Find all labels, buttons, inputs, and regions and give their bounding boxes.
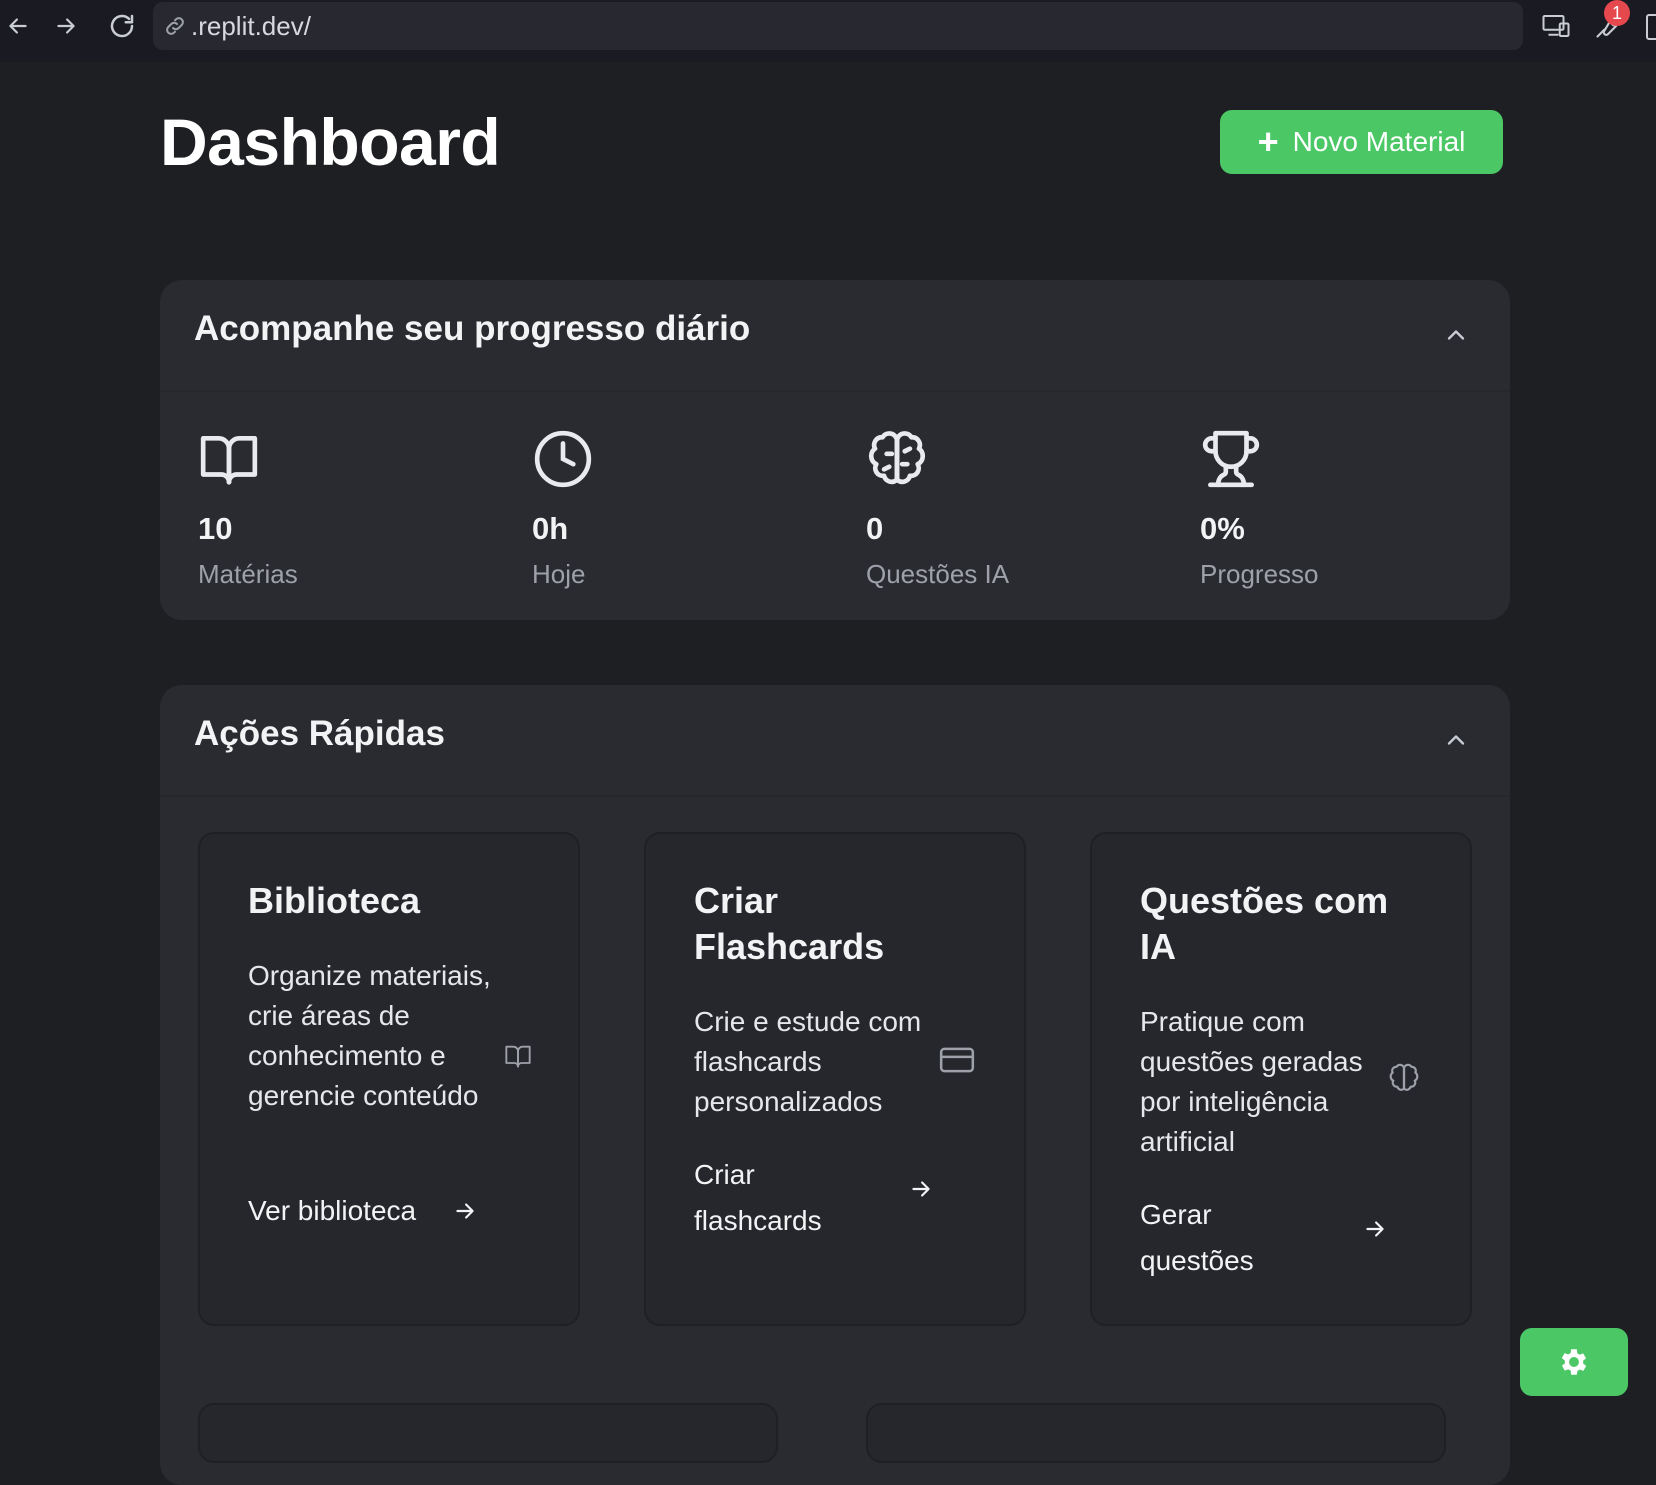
action-title: Biblioteca [248,880,421,921]
reload-icon [110,14,134,38]
chevron-up-icon[interactable] [1442,321,1470,349]
plus-icon: + [1257,121,1279,162]
back-button[interactable] [0,8,36,44]
reload-button[interactable] [104,8,140,44]
create-flashcards-link[interactable]: Criar flashcards [694,1152,854,1244]
stat-label: Matérias [198,559,298,589]
stats-row: 10 Matérias 0h Hoje 0 Questões IA 0% Pro… [160,392,1510,618]
credit-card-icon [939,1047,975,1073]
chevron-up-icon[interactable] [1442,726,1470,754]
action-description: Organize materiais, crie áreas de conhec… [248,960,491,1111]
trophy-icon [1202,430,1260,488]
secondary-card [866,1403,1446,1463]
book-open-icon [200,436,258,485]
progress-card: Acompanhe seu progresso diário 10 Matéri… [160,280,1510,620]
secondary-card [198,1403,778,1463]
stat-value: 0% [1200,511,1245,546]
stat-label: Hoje [532,559,586,589]
arrow-right-icon[interactable] [1362,1216,1388,1242]
quick-actions-title: Ações Rápidas [194,714,445,753]
url-text: .replit.dev/ [191,10,311,41]
stat-ai-questions: 0 Questões IA [866,428,1166,590]
new-material-button[interactable]: + Novo Material [1220,110,1503,174]
progress-card-header[interactable]: Acompanhe seu progresso diário [160,280,1510,392]
view-library-link[interactable]: Ver biblioteca [248,1188,416,1234]
address-bar[interactable]: .replit.dev/ [153,2,1523,50]
sidebar-toggle-icon[interactable] [1646,14,1656,40]
stat-today: 0h Hoje [532,428,832,590]
ai-questions-card[interactable]: Questões com IA Pratique com questões ge… [1090,832,1472,1326]
arrow-left-icon [9,18,27,34]
new-material-label: Novo Material [1292,126,1466,157]
arrow-right-icon[interactable] [908,1176,934,1202]
devices-button[interactable] [1538,8,1574,44]
action-description: Pratique com questões geradas por inteli… [1140,1006,1363,1157]
stat-label: Questões IA [866,559,1010,589]
brain-icon [868,431,926,485]
stat-progress: 0% Progresso [1200,428,1500,590]
arrow-right-icon[interactable] [452,1198,478,1224]
action-title: Questões com IA [1140,880,1389,967]
stat-value: 10 [198,511,233,546]
link-icon [166,17,184,35]
clock-icon [534,430,592,488]
flashcards-card[interactable]: Criar Flashcards Crie e estude com flash… [644,832,1026,1326]
book-open-icon [505,1045,531,1068]
gear-icon [1561,1349,1587,1375]
quick-actions-header[interactable]: Ações Rápidas [160,685,1510,797]
generate-questions-link[interactable]: Gerar questões [1140,1192,1300,1284]
brain-icon [1389,1063,1419,1091]
action-title: Criar Flashcards [694,880,885,967]
stat-value: 0 [866,511,884,546]
library-card[interactable]: Biblioteca Organize materiais, crie área… [198,832,580,1326]
browser-toolbar: .replit.dev/ 1 [0,0,1656,62]
page-title: Dashboard [160,105,501,179]
action-description: Crie e estude com flashcards personaliza… [694,1006,922,1117]
progress-title: Acompanhe seu progresso diário [194,309,751,348]
devices-icon [1542,15,1570,37]
stat-subjects: 10 Matérias [198,428,498,590]
forward-button[interactable] [48,8,84,44]
notification-badge: 1 [1604,0,1630,26]
stat-value: 0h [532,511,569,546]
stat-label: Progresso [1200,559,1319,589]
arrow-right-icon [57,18,75,34]
settings-fab-button[interactable] [1520,1328,1628,1396]
